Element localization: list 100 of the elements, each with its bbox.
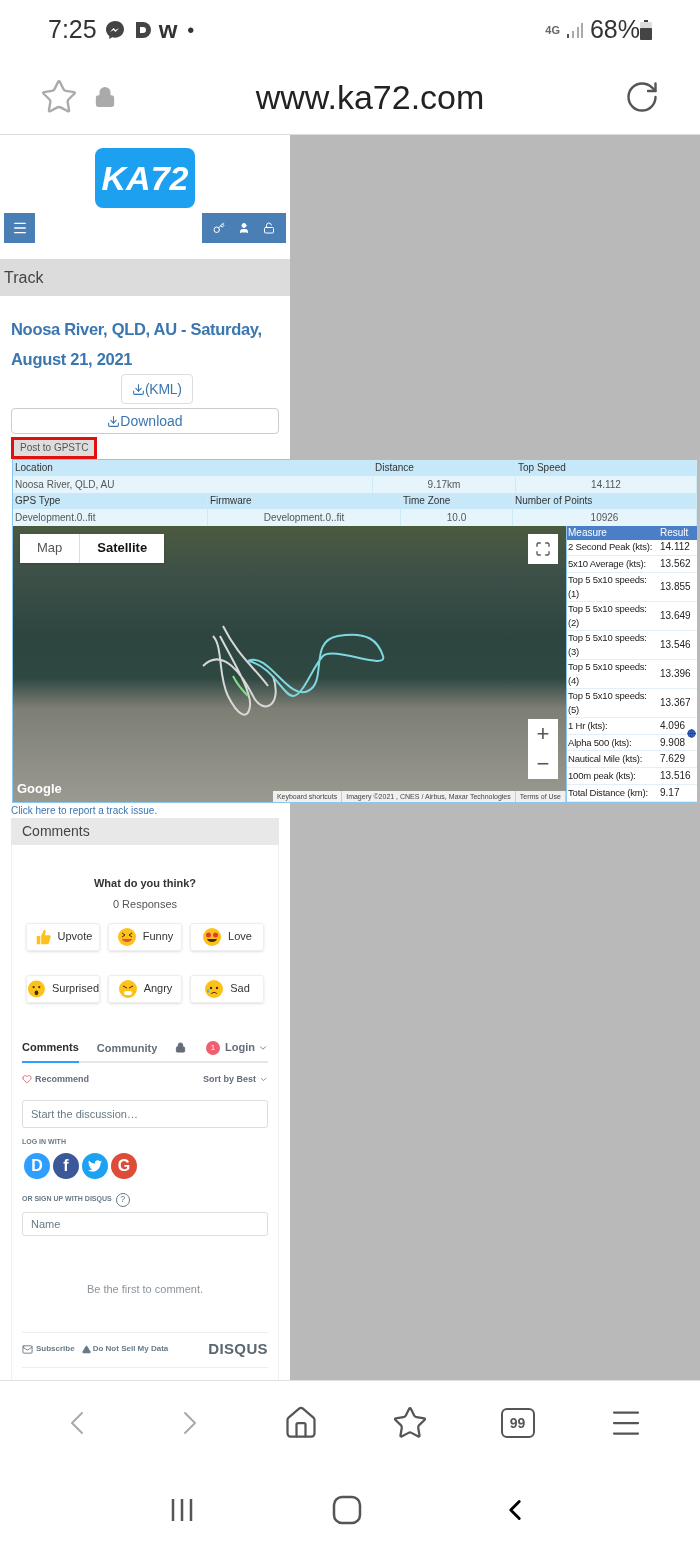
reaction-button[interactable]: Sad (190, 974, 264, 1003)
reaction-button[interactable]: Funny (108, 922, 182, 951)
battery-percent: 68% (589, 14, 640, 46)
post-to-gpstc-button[interactable]: Post to GPSTC (11, 436, 98, 459)
table-cell-text: Noosa River, QLD, AU (14, 477, 116, 492)
bird-icon (88, 1159, 102, 1172)
measure-label: Top 5 5x10 speeds: (1) (567, 572, 648, 601)
map-provider-label: Google (17, 780, 62, 798)
empty-comments-message: Be the first to comment. (85, 1281, 205, 1297)
map-type-tab[interactable]: Satellite (80, 533, 165, 563)
subscribe-link[interactable]: Subscribe (22, 1343, 75, 1356)
address-url[interactable]: www.ka72.com (116, 71, 624, 123)
discussion-input[interactable]: Start the discussion… (22, 1100, 268, 1128)
social-login-button[interactable]: G (111, 1152, 137, 1179)
key-icon[interactable] (212, 222, 225, 234)
measure-value: 7.629 (660, 752, 687, 767)
column-heading: Result (660, 525, 690, 540)
mail-icon (22, 1343, 33, 1355)
measure-value: 13.855 (660, 579, 688, 594)
column-heading: Location (13, 459, 372, 476)
track-title: Noosa River, QLD, AU - Saturday, August 21, 2021 (11, 319, 263, 370)
column-heading: Measure (567, 525, 608, 540)
measure-label: Top 5 5x10 speeds: (2) (567, 601, 648, 630)
notification-badge: 1 (206, 1040, 221, 1055)
column-heading: Distance (373, 459, 515, 476)
table-cell-text: 10.0 (445, 510, 468, 525)
comments-tab[interactable]: Community (96, 1034, 158, 1063)
reaction-button[interactable]: Love (190, 922, 264, 951)
measure-value: 13.396 (660, 666, 688, 681)
bird-login-button[interactable] (82, 1152, 108, 1179)
response-count: 0 Responses (111, 897, 179, 912)
recommend-button[interactable]: Recommend (22, 1072, 89, 1086)
column-heading: Firmware (208, 492, 400, 509)
measure-label: Alpha 500 (kts): (567, 735, 633, 750)
download-icon (132, 382, 145, 396)
reaction-button[interactable]: Angry (108, 974, 182, 1003)
column-heading: Number of Points (513, 492, 696, 509)
reaction-button[interactable]: Surprised (26, 974, 100, 1003)
measure-label: 1 Hr (kts): (567, 718, 609, 733)
download-button[interactable]: Download (11, 408, 279, 434)
measure-label: Top 5 5x10 speeds: (4) (567, 659, 648, 688)
do-not-sell-link[interactable]: Do Not Sell My Data (81, 1343, 169, 1356)
login-dropdown[interactable]: Login (225, 1039, 268, 1056)
table-cell-text: 10926 (589, 510, 620, 525)
download-icon (107, 414, 121, 428)
network-type: 4G (545, 22, 560, 38)
disqus-logo[interactable]: DISQUS (208, 1338, 268, 1361)
notification-dot: • (187, 18, 195, 43)
crying-face-icon (204, 978, 225, 999)
social-login-button[interactable]: f (53, 1152, 79, 1179)
zoom-in-button[interactable]: + (528, 718, 558, 749)
menu-button[interactable] (4, 213, 35, 243)
column-heading: Time Zone (401, 492, 512, 509)
reaction-button[interactable]: Upvote (26, 922, 100, 951)
measure-label: Total Distance (km): (567, 785, 649, 800)
measure-label: Top 5 5x10 speeds: (3) (567, 630, 648, 659)
heart-eyes-face-icon (202, 926, 223, 947)
measure-value: 4.096 (660, 718, 687, 733)
lock-icon (94, 86, 116, 108)
angry-face-icon (117, 978, 138, 999)
report-issue-link[interactable]: Click here to report a track issue. (11, 802, 279, 818)
heart-icon (22, 1074, 32, 1085)
name-input[interactable]: Name (22, 1211, 268, 1236)
measure-value: 9.17 (660, 785, 681, 800)
fullscreen-button[interactable] (528, 533, 558, 564)
fullscreen-icon (535, 540, 551, 557)
measure-label: Nautical Mile (kts): (567, 752, 644, 767)
table-cell-text: 9.17km (426, 477, 462, 492)
surprised-face-icon (27, 978, 46, 999)
lock-icon (175, 1042, 187, 1053)
kml-download-button[interactable]: (KML) (121, 374, 193, 404)
reaction-prompt: What do you think? (92, 875, 197, 891)
map-type-tab[interactable]: Map (20, 533, 81, 563)
comments-tab[interactable]: Comments (22, 1034, 79, 1063)
globe-icon (687, 728, 696, 738)
warning-icon (81, 1344, 91, 1354)
measure-label: 100m peak (kts): (567, 768, 637, 783)
sort-dropdown[interactable]: Sort by Best (203, 1072, 268, 1086)
laughing-face-icon (116, 926, 137, 947)
measure-value: 13.516 (660, 768, 688, 783)
bookmarks-icon[interactable] (391, 1405, 428, 1441)
table-cell-text: Development.0..fit (262, 510, 346, 525)
measure-label: 5x10 Average (kts): (567, 557, 647, 572)
chat-bubble-icon (104, 20, 125, 40)
zoom-out-button[interactable]: − (528, 748, 558, 779)
table-cell-text: 14.112 (590, 477, 622, 492)
measure-value: 13.367 (660, 695, 688, 710)
measure-value: 9.908 (660, 735, 687, 750)
home-square-icon[interactable] (332, 1495, 362, 1525)
measure-value: 13.649 (660, 608, 688, 623)
tabs-button[interactable]: 99 (500, 1408, 535, 1438)
table-cell-text: Development.0..fit (14, 510, 97, 525)
measure-value: 14.112 (660, 540, 688, 555)
clock-time: 7:25 (48, 14, 97, 46)
comments-heading: Comments (22, 821, 90, 841)
user-icon[interactable] (238, 222, 250, 234)
unlock-icon[interactable] (263, 222, 276, 234)
reload-icon[interactable] (624, 79, 660, 115)
column-heading: GPS Type (13, 492, 207, 509)
bookmark-star-icon[interactable] (40, 78, 78, 116)
